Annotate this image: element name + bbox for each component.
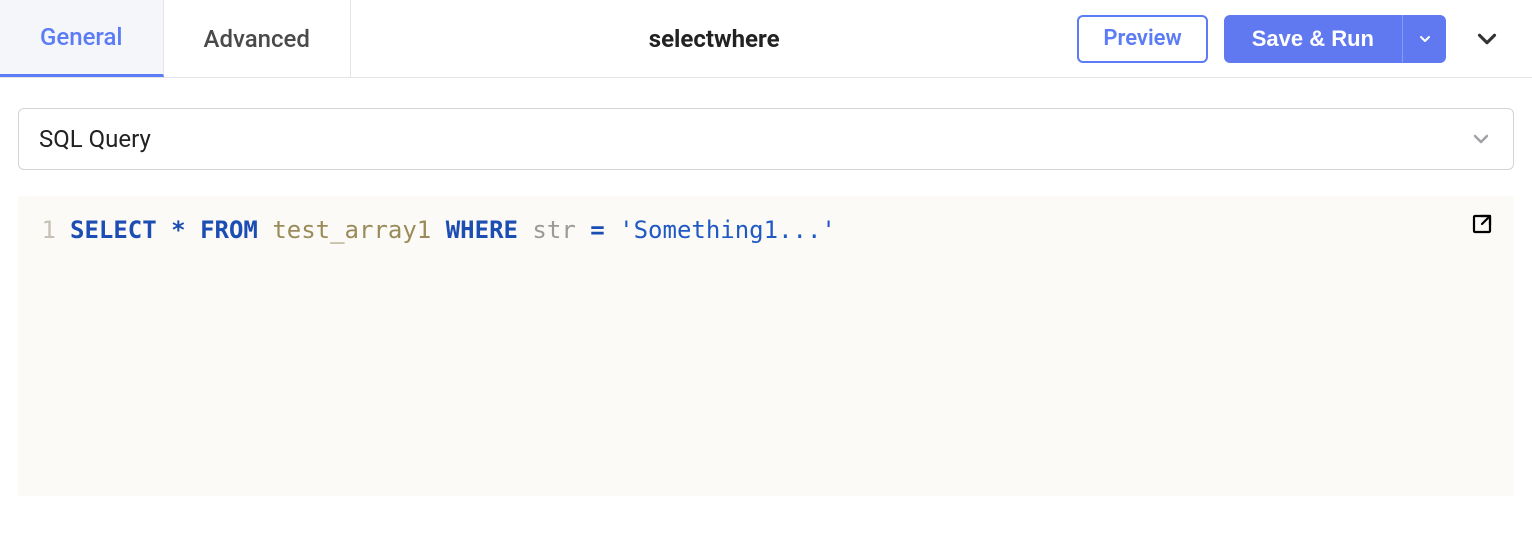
preview-button[interactable]: Preview [1077, 15, 1207, 63]
line-number: 1 [34, 214, 70, 248]
resource-title: selectwhere [649, 25, 780, 53]
content: SQL Query 1SELECT * FROM test_array1 WHE… [0, 78, 1532, 514]
expand-icon [1470, 212, 1494, 236]
token-operator: * [171, 216, 185, 244]
token-keyword: WHERE [446, 216, 518, 244]
token-operator: = [590, 216, 604, 244]
token-identifier: test_array1 [272, 216, 431, 244]
save-run-group: Save & Run [1224, 15, 1446, 63]
chevron-down-icon [1469, 127, 1493, 151]
section-label: SQL Query [39, 125, 151, 153]
header-bar: General Advanced selectwhere Preview Sav… [0, 0, 1532, 78]
token-keyword: SELECT [70, 216, 157, 244]
save-run-dropdown[interactable] [1402, 15, 1446, 63]
token-string: 'Something1...' [619, 216, 836, 244]
chevron-down-icon [1417, 31, 1433, 47]
panel-collapse-toggle[interactable] [1462, 24, 1512, 54]
chevron-down-icon [1472, 24, 1502, 54]
actions: Preview Save & Run [1077, 0, 1532, 77]
token-column: str [532, 216, 575, 244]
tab-general[interactable]: General [0, 0, 164, 77]
sql-query-section-header[interactable]: SQL Query [18, 108, 1514, 170]
expand-editor-button[interactable] [1470, 212, 1498, 240]
token-keyword: FROM [200, 216, 258, 244]
tabs: General Advanced [0, 0, 351, 77]
sql-editor[interactable]: 1SELECT * FROM test_array1 WHERE str = '… [18, 196, 1514, 496]
code-line: SELECT * FROM test_array1 WHERE str = 'S… [70, 216, 836, 244]
title-area: selectwhere [351, 0, 1077, 77]
save-run-button[interactable]: Save & Run [1224, 15, 1402, 63]
tab-advanced[interactable]: Advanced [164, 0, 351, 77]
